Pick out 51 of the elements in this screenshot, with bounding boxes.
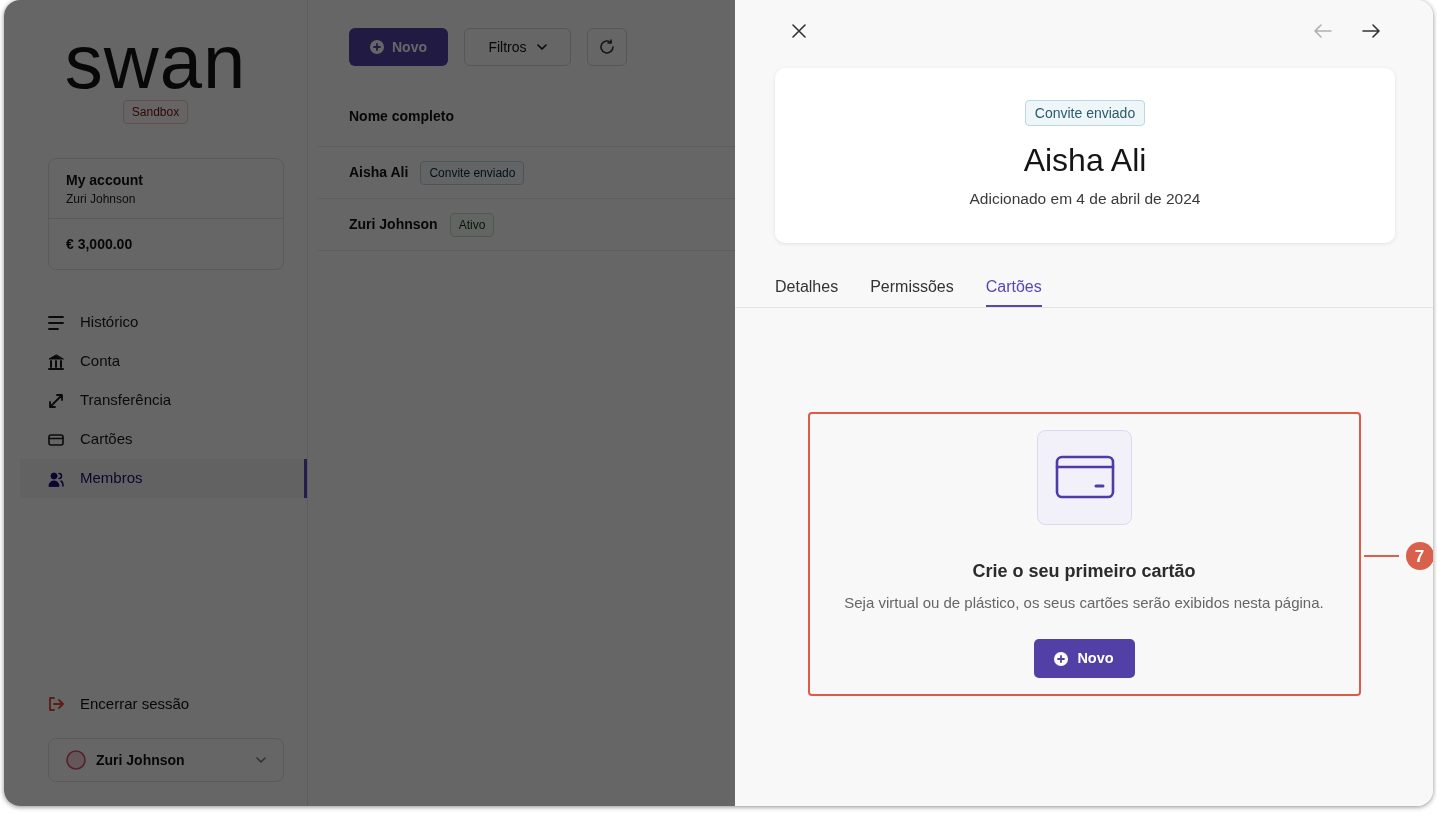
account-card[interactable]: My account Zuri Johnson € 3,000.00 [48, 158, 284, 270]
arrow-left-icon [1314, 24, 1332, 38]
environment-tag: Sandbox [122, 100, 189, 124]
card-icon [48, 431, 64, 448]
sidebar-item[interactable]: Membros [20, 459, 307, 498]
plus-icon [1054, 651, 1069, 666]
status-tag: Convite enviado [1024, 100, 1146, 126]
member-row[interactable]: Aisha Ali Convite enviado [318, 147, 735, 199]
arrows-icon [48, 392, 64, 409]
new-button[interactable]: Novo [349, 28, 448, 66]
card-icon [1036, 430, 1132, 525]
close-icon [792, 24, 806, 38]
empty-state-title: Crie o seu primeiro cartão [972, 560, 1196, 582]
column-header: Nome completo [349, 108, 454, 124]
sidebar-item[interactable]: Histórico [20, 303, 307, 342]
callout-number: 7 [1405, 542, 1433, 570]
chevron-icon [256, 757, 266, 763]
user-name: Zuri Johnson [96, 750, 186, 770]
account-holder: Zuri Johnson [66, 191, 137, 208]
tab[interactable]: Detalhes [775, 269, 839, 307]
sidebar-item[interactable]: Conta [20, 342, 307, 381]
caret-icon [536, 44, 547, 50]
callout-line [1363, 555, 1399, 557]
tab[interactable]: Cartões [985, 269, 1042, 307]
member-name: Aisha Ali [1023, 141, 1147, 180]
logout-button[interactable]: Encerrar sessão [48, 689, 190, 719]
plus-icon [370, 40, 384, 54]
added-date: Adicionado em 4 de abril de 2024 [969, 189, 1201, 209]
status-tag: Ativo [449, 212, 495, 237]
member-name: Zuri Johnson [349, 215, 438, 234]
new-card-button[interactable]: Novo [1033, 639, 1135, 678]
refresh-icon [599, 39, 615, 55]
logout-icon [48, 696, 64, 712]
bank-icon [48, 353, 64, 370]
status-tag: Convite enviado [420, 160, 525, 185]
refresh-button[interactable] [587, 28, 627, 66]
member-row[interactable]: Zuri Johnson Ativo [318, 199, 735, 251]
empty-state-description: Seja virtual ou de plástico, os seus cartões serão exibidos nesta página. [844, 593, 1324, 613]
user-menu-button[interactable]: Zuri Johnson [48, 738, 284, 782]
arrow-right-icon [1362, 24, 1380, 38]
list-icon [48, 314, 64, 331]
sidebar-item[interactable]: Cartões [20, 420, 307, 459]
sidebar-item[interactable]: Transferência [20, 381, 307, 420]
account-name: My account [66, 171, 144, 190]
logo: swan [64, 18, 247, 100]
people-icon [48, 470, 64, 487]
filter-button[interactable]: Filtros [464, 28, 571, 66]
tab[interactable]: Permissões [870, 269, 954, 307]
account-balance: € 3,000.00 [65, 235, 134, 254]
avatar-icon [66, 750, 86, 770]
member-name: Aisha Ali [349, 163, 409, 182]
